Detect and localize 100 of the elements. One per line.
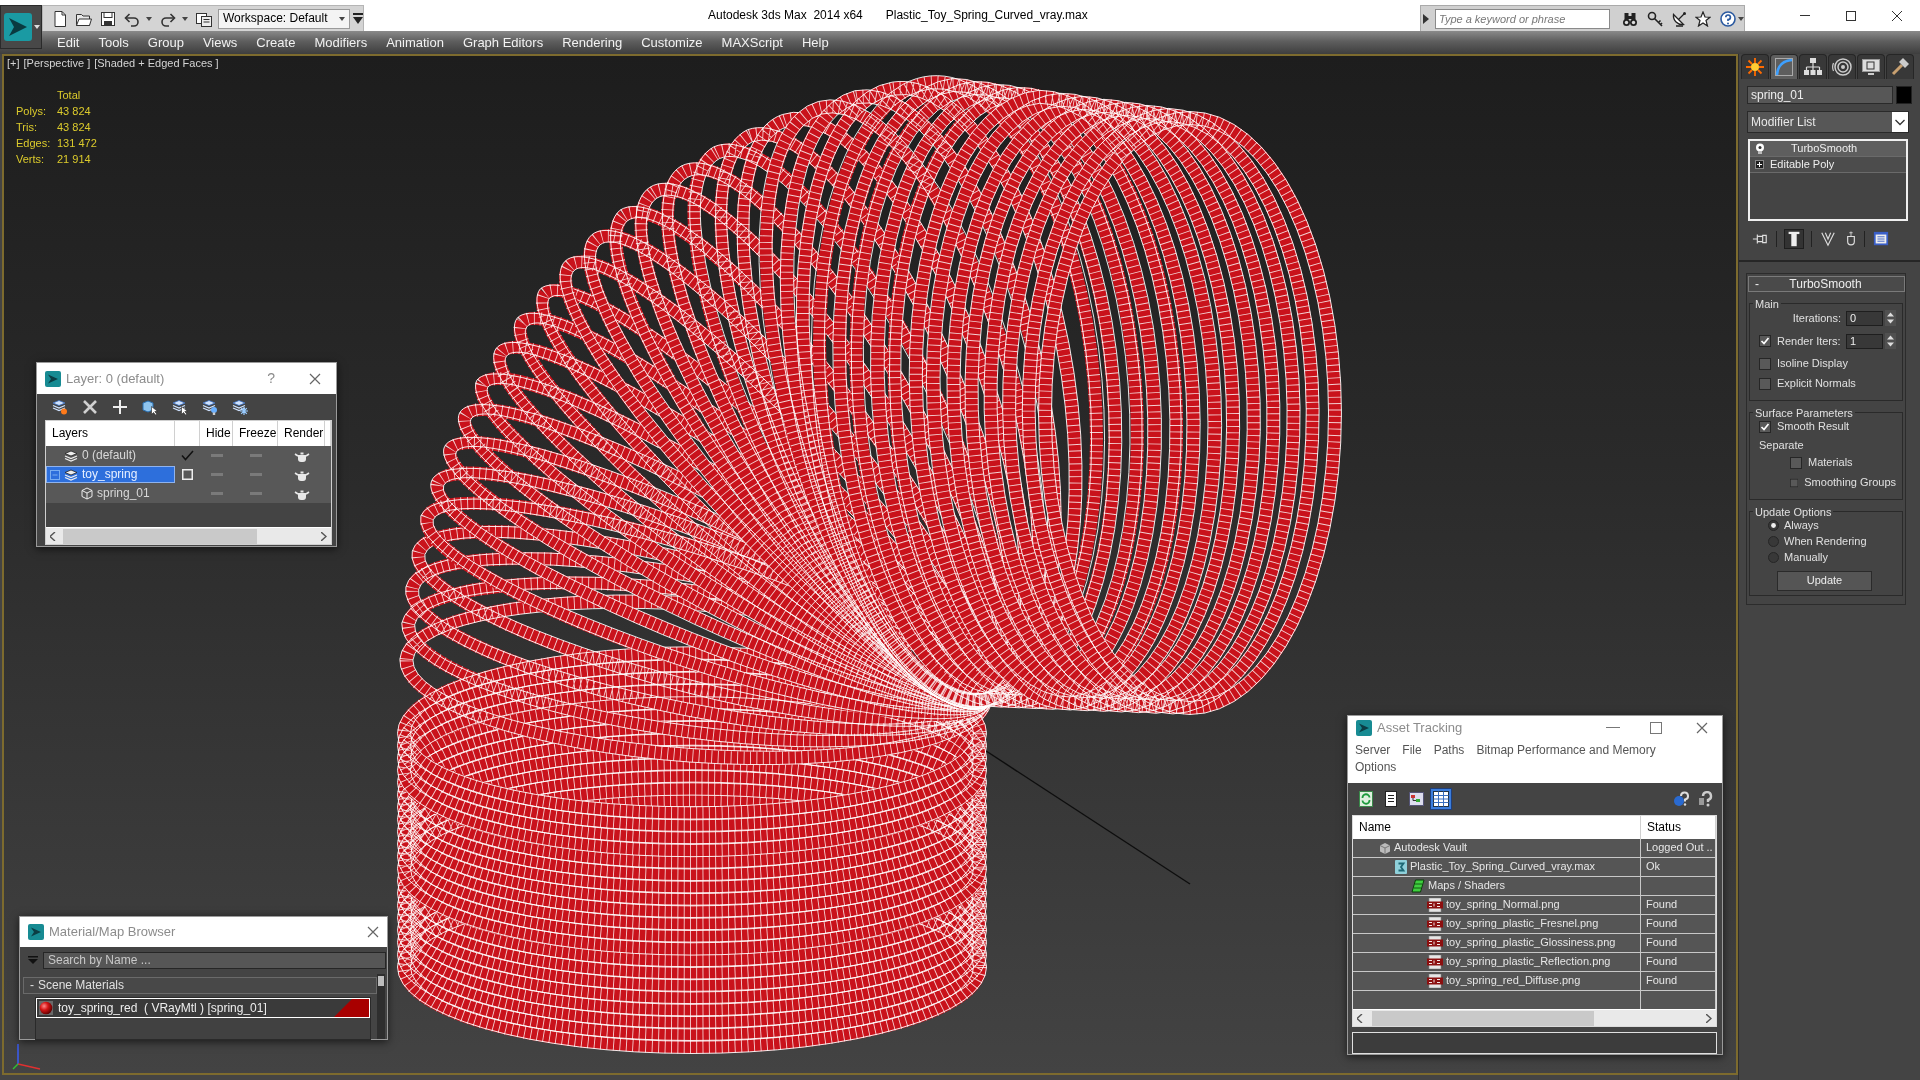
new-file-icon[interactable] — [52, 10, 68, 27]
lightbulb-icon[interactable] — [1755, 143, 1765, 154]
layer-name-cell[interactable]: 0 (default) — [46, 447, 175, 464]
menu-item[interactable]: Views — [193, 34, 247, 51]
panel-tab[interactable] — [1741, 54, 1769, 79]
scrollbar-thumb[interactable] — [1372, 1010, 1594, 1026]
checkbox[interactable] — [1790, 456, 1802, 469]
application-button[interactable] — [0, 5, 42, 49]
globe-help-icon[interactable] — [1673, 790, 1689, 807]
close-icon[interactable] — [367, 926, 379, 938]
i-beam-icon[interactable] — [1784, 229, 1804, 249]
panel-tab[interactable] — [1857, 54, 1885, 79]
scrollbar-thumb[interactable] — [63, 528, 257, 544]
scrollbar[interactable] — [46, 527, 331, 544]
menu-item[interactable]: Bitmap Performance and Memory — [1470, 743, 1662, 758]
asset-name[interactable]: toy_spring_plastic_Glossiness.png — [1446, 936, 1616, 950]
close-icon[interactable] — [1696, 721, 1708, 734]
menu-item[interactable]: File — [1396, 743, 1428, 758]
view-button[interactable] — [1430, 787, 1452, 810]
binoculars-icon[interactable] — [1622, 10, 1638, 27]
group-header[interactable]: - Scene Materials — [23, 977, 377, 994]
layers-snowflake-icon[interactable] — [232, 399, 248, 415]
menu-item[interactable]: Help — [792, 34, 839, 51]
search-field[interactable]: Type a keyword or phrase — [1435, 8, 1610, 29]
layers-cursor-icon[interactable] — [172, 399, 188, 415]
panel-tab[interactable] — [1799, 54, 1827, 79]
modifier-list-dropdown[interactable]: Modifier List — [1747, 111, 1909, 133]
radio-button[interactable] — [1768, 536, 1779, 548]
menu-item[interactable]: Modifiers — [304, 34, 377, 51]
collapse-toggle[interactable]: - — [30, 978, 34, 993]
plus-icon[interactable] — [112, 399, 128, 415]
menu-item[interactable]: Rendering — [552, 34, 632, 51]
layer-name-cell[interactable]: toy_spring — [46, 466, 175, 483]
color-swatch-icon[interactable] — [1896, 86, 1912, 104]
rollout-header[interactable]: - TurboSmooth — [1748, 276, 1905, 292]
asset-name[interactable]: toy_spring_plastic_Fresnel.png — [1446, 917, 1599, 931]
delete-icon[interactable] — [82, 399, 98, 415]
help-icon[interactable] — [1720, 10, 1736, 27]
scrollbar[interactable] — [1353, 1009, 1716, 1026]
modifier-item[interactable]: Editable Poly — [1750, 157, 1906, 173]
maximize-icon[interactable] — [1846, 10, 1856, 21]
windows-icon[interactable] — [196, 10, 212, 27]
checkbox[interactable] — [1759, 357, 1771, 370]
viewport-menu-label[interactable]: [Shaded + Edged Faces ] — [94, 57, 219, 71]
close-icon[interactable] — [309, 372, 321, 385]
caret-icon[interactable] — [1738, 16, 1744, 21]
star-icon[interactable] — [1695, 10, 1711, 27]
workspace-dropdown[interactable]: Workspace: Default — [218, 8, 350, 29]
dropdown-arrow-icon[interactable] — [353, 13, 363, 24]
update-button[interactable]: Update — [1777, 570, 1872, 591]
asset-name[interactable]: toy_spring_red_Diffuse.png — [1446, 974, 1581, 988]
panel-tab[interactable] — [1770, 54, 1798, 79]
checkbox[interactable] — [1790, 476, 1799, 489]
search-field[interactable]: Search by Name ... — [43, 951, 386, 969]
viewport[interactable] — [2, 54, 1738, 1075]
modifier-item[interactable]: TurboSmooth — [1750, 141, 1906, 157]
check-icon[interactable] — [181, 450, 194, 461]
menu-item[interactable]: Graph Editors — [453, 34, 553, 51]
collapse-toggle[interactable]: - — [1755, 276, 1759, 292]
asset-name[interactable]: Plastic_Toy_Spring_Curved_vray.max — [1410, 860, 1596, 874]
spinner-arrows-icon[interactable] — [1885, 333, 1896, 350]
menu-item[interactable]: Animation — [376, 34, 454, 51]
scrollbar-thumb[interactable] — [378, 976, 384, 986]
asset-name[interactable]: toy_spring_plastic_Reflection.png — [1446, 955, 1611, 969]
panel-tab[interactable] — [1886, 54, 1914, 79]
caret-icon[interactable] — [182, 16, 188, 21]
help-button[interactable]: ? — [267, 370, 275, 387]
checkbox-icon[interactable] — [182, 469, 193, 480]
menu-item[interactable]: Paths — [1427, 743, 1471, 758]
viewport-menu-label[interactable]: [Perspective ] — [23, 57, 91, 71]
layer-name-cell[interactable]: spring_01 — [46, 485, 175, 502]
help-icon[interactable] — [1698, 790, 1714, 807]
cube-cursor-icon[interactable] — [142, 399, 158, 415]
column-header[interactable]: Freeze — [233, 426, 277, 441]
checkbox[interactable] — [1759, 377, 1771, 390]
satellite-dish-icon[interactable] — [1671, 10, 1687, 27]
close-icon[interactable] — [1892, 10, 1902, 21]
asset-name[interactable]: Maps / Shaders — [1428, 879, 1506, 893]
scrollbar[interactable] — [377, 974, 385, 1039]
expand-icon[interactable] — [1755, 160, 1764, 169]
asset-name[interactable]: toy_spring_Normal.png — [1446, 898, 1560, 912]
expand-arrow-icon[interactable] — [1423, 13, 1429, 24]
object-name-field[interactable]: spring_01 — [1747, 86, 1893, 104]
radio-button[interactable] — [1768, 552, 1779, 564]
path-field[interactable] — [1352, 1032, 1717, 1054]
menu-item[interactable]: Server — [1349, 743, 1397, 758]
column-header[interactable]: Hide — [200, 426, 231, 441]
material-item[interactable]: toy_spring_red ( VRayMtl ) [spring_01] — [36, 998, 370, 1018]
menu-item[interactable]: Options — [1349, 760, 1403, 775]
spinner-arrows-icon[interactable] — [1885, 310, 1896, 327]
key-icon[interactable] — [1647, 10, 1663, 27]
menu-item[interactable]: Tools — [88, 34, 139, 51]
menu-item[interactable]: Customize — [631, 34, 713, 51]
radio-button[interactable] — [1768, 520, 1779, 532]
menu-item[interactable]: MAXScript — [712, 34, 793, 51]
menu-item[interactable]: Edit — [47, 34, 89, 51]
panel-tab[interactable] — [1828, 54, 1856, 79]
menu-item[interactable]: Group — [138, 34, 194, 51]
checkbox[interactable] — [1759, 420, 1771, 433]
number-field[interactable]: 0 — [1846, 310, 1883, 326]
